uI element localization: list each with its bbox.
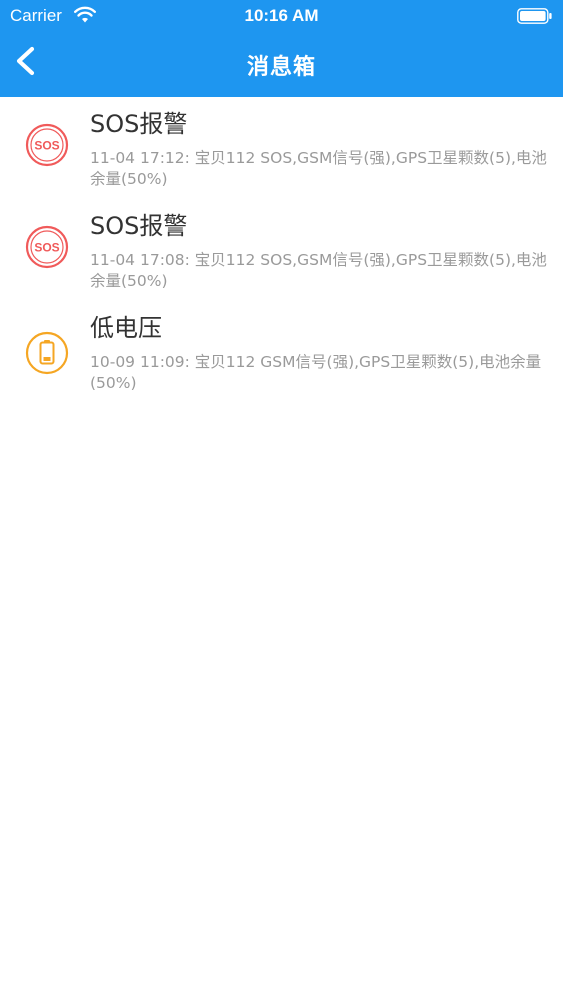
status-bar: Carrier 10:16 AM [0, 0, 563, 32]
header: Carrier 10:16 AM 消息箱 [0, 0, 563, 97]
list-item[interactable]: 低电压 10-09 11:09: 宝贝112 GSM信号(强),GPS卫星颗数(… [0, 301, 563, 403]
message-title: SOS报警 [90, 110, 188, 138]
message-list: SOS SOS报警 11-04 17:12: 宝贝112 SOS,GSM信号(强… [0, 97, 563, 403]
low-battery-icon [25, 331, 69, 375]
svg-text:SOS: SOS [34, 241, 59, 255]
sos-icon: SOS [25, 225, 69, 269]
message-title: 低电压 [90, 314, 162, 342]
message-description: 11-04 17:12: 宝贝112 SOS,GSM信号(强),GPS卫星颗数(… [90, 149, 547, 188]
sos-icon: SOS [25, 123, 69, 167]
message-description: 11-04 17:08: 宝贝112 SOS,GSM信号(强),GPS卫星颗数(… [90, 251, 547, 290]
battery-icon [517, 8, 552, 24]
status-time: 10:16 AM [244, 6, 319, 25]
list-item[interactable]: SOS SOS报警 11-04 17:08: 宝贝112 SOS,GSM信号(强… [0, 199, 563, 301]
message-description: 10-09 11:09: 宝贝112 GSM信号(强),GPS卫星颗数(5),电… [90, 353, 542, 392]
nav-bar: 消息箱 [0, 32, 563, 97]
svg-text:SOS: SOS [34, 139, 59, 153]
message-title: SOS报警 [90, 212, 188, 240]
list-item[interactable]: SOS SOS报警 11-04 17:12: 宝贝112 SOS,GSM信号(强… [0, 97, 563, 199]
page-title: 消息箱 [246, 55, 316, 80]
